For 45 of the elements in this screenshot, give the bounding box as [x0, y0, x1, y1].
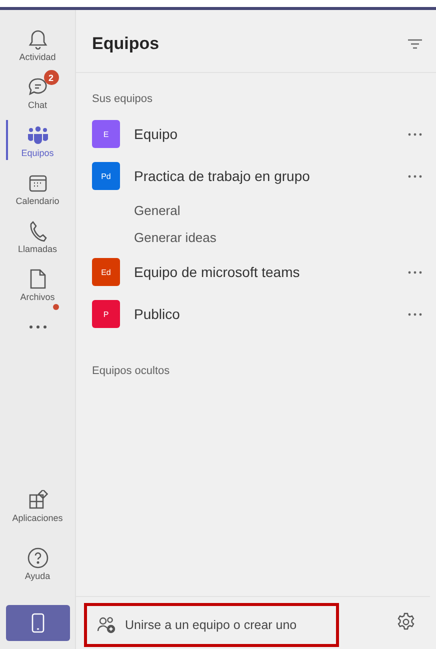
- team-item[interactable]: Pd Practica de trabajo en grupo: [92, 155, 422, 197]
- rail-item[interactable]: Equipos: [0, 116, 75, 164]
- settings-icon[interactable]: [396, 612, 416, 632]
- channel-item[interactable]: General: [92, 197, 422, 224]
- team-item[interactable]: P Publico: [92, 293, 422, 335]
- team-name: Equipo de microsoft teams: [134, 264, 301, 280]
- team-name: Publico: [134, 306, 181, 322]
- rail-item[interactable]: Ayuda: [0, 539, 75, 587]
- rail-item[interactable]: Llamadas: [0, 212, 75, 260]
- more-options-icon[interactable]: [408, 174, 422, 178]
- people-group-icon: [26, 125, 48, 145]
- mobile-device-button[interactable]: [6, 605, 70, 641]
- join-team-button[interactable]: Unirse a un equipo o crear uno: [84, 603, 339, 647]
- more-options-icon[interactable]: [408, 132, 422, 136]
- team-avatar: P: [92, 300, 120, 328]
- rail-item[interactable]: Calendario: [0, 164, 75, 212]
- team-name: Practica de trabajo en grupo: [134, 168, 311, 184]
- mobile-phone-icon: [30, 613, 44, 633]
- chat-bubble-icon: [26, 77, 48, 97]
- calendar-icon: [28, 173, 48, 193]
- document-icon: [28, 268, 46, 290]
- rail-item[interactable]: Archivos: [0, 260, 75, 308]
- team-item[interactable]: Ed Equipo de microsoft teams: [92, 251, 422, 293]
- section-heading: Sus equipos: [92, 93, 154, 105]
- more-icon: [28, 325, 46, 329]
- apps-grid-icon: [28, 490, 48, 510]
- team-avatar: Ed: [92, 258, 120, 286]
- bell-icon: [28, 28, 48, 50]
- team-avatar: E: [92, 120, 120, 148]
- phone-icon: [28, 220, 48, 242]
- help-icon: [26, 547, 48, 569]
- panel-title: Equipos: [92, 34, 160, 54]
- rail-item[interactable]: 2 Chat: [0, 68, 75, 116]
- more-options-icon[interactable]: [408, 312, 422, 316]
- team-avatar: Pd: [92, 162, 120, 190]
- add-people-icon: [97, 616, 117, 634]
- more-options-icon[interactable]: [408, 270, 422, 274]
- channel-item[interactable]: Generar ideas: [92, 224, 422, 251]
- section-heading: Equipos ocultos: [92, 365, 171, 377]
- filter-icon[interactable]: [408, 39, 422, 49]
- rail-item[interactable]: Aplicaciones: [0, 481, 75, 529]
- rail-item[interactable]: Actividad: [0, 20, 75, 68]
- team-item[interactable]: E Equipo: [92, 113, 422, 155]
- notification-badge: 2: [44, 70, 58, 85]
- team-name: Equipo: [134, 126, 179, 142]
